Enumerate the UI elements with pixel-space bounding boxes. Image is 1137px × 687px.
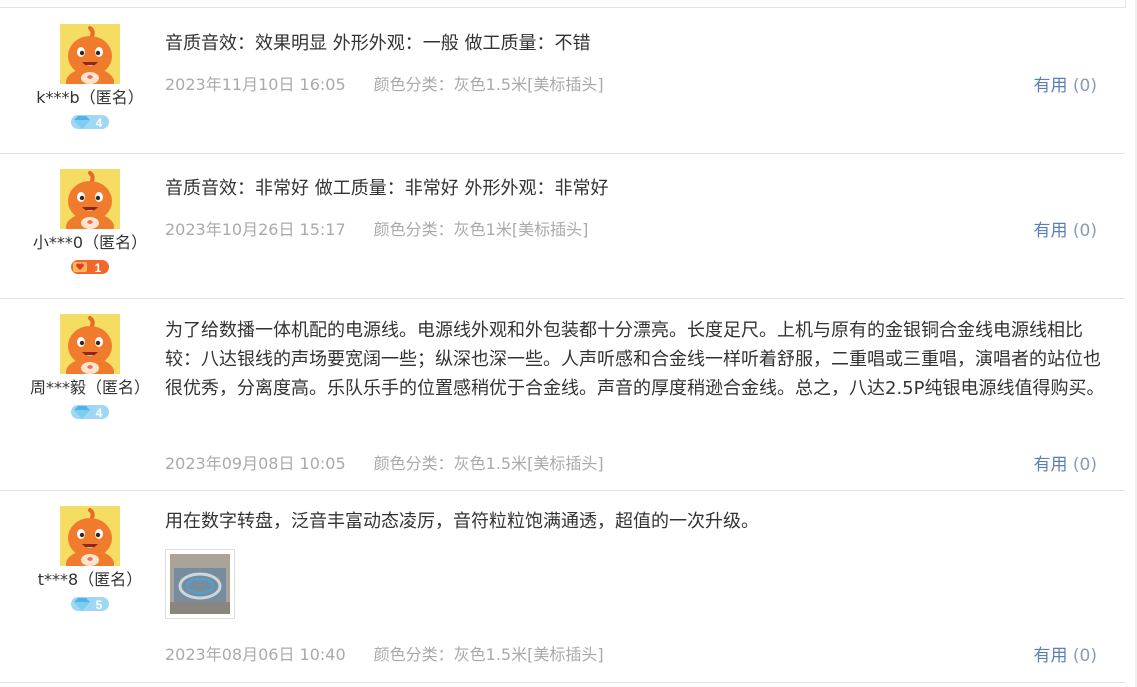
- useful-count: (0): [1072, 221, 1097, 241]
- useful-count: (0): [1072, 455, 1097, 475]
- review-date: 2023年08月06日 10:40: [165, 645, 346, 664]
- level-number: 5: [96, 598, 103, 612]
- product-variant: 颜色分类：灰色1米[美标插头]: [373, 220, 589, 239]
- level-number: 4: [96, 116, 103, 130]
- useful-label: 有用: [1033, 76, 1068, 96]
- diamond-level-icon: 5: [71, 596, 109, 612]
- reviewer-name: k***b（匿名）: [36, 88, 144, 107]
- reviewer-name: 周***毅（匿名）: [29, 378, 150, 397]
- reviewer-info: 小***0（匿名） 1: [0, 169, 180, 279]
- avatar-icon[interactable]: [60, 314, 120, 374]
- useful-count: (0): [1072, 76, 1097, 96]
- avatar-icon[interactable]: [60, 169, 120, 229]
- review-item: 周***毅（匿名） 4 为了给数播一体机配的电源线。电源线外观和外包装都十分漂亮…: [0, 299, 1125, 491]
- useful-button[interactable]: 有用 (0): [1034, 450, 1098, 475]
- useful-label: 有用: [1033, 455, 1068, 475]
- diamond-level-icon: 4: [71, 404, 109, 420]
- heart-level-icon: 1: [71, 259, 109, 275]
- product-variant: 颜色分类：灰色1.5米[美标插头]: [373, 645, 604, 664]
- useful-button[interactable]: 有用 (0): [1034, 216, 1098, 241]
- product-variant: 颜色分类：灰色1.5米[美标插头]: [373, 454, 604, 473]
- product-photo: [170, 554, 230, 614]
- review-text: 用在数字转盘，泛音丰富动态凌厉，音符粒粒饱满通透，超值的一次升级。: [165, 511, 759, 532]
- review-meta: 2023年09月08日 10:05 颜色分类：灰色1.5米[美标插头]: [165, 450, 604, 474]
- reviewer-info: t***8（匿名） 5: [0, 506, 180, 616]
- reviewer-info: k***b（匿名） 4: [0, 24, 180, 134]
- level-number: 4: [96, 406, 103, 420]
- review-date: 2023年09月08日 10:05: [165, 454, 346, 473]
- review-item: t***8（匿名） 5 用在数字转盘，泛音丰富动态凌厉，音符粒粒饱满通透，超值的…: [0, 491, 1125, 683]
- review-date: 2023年11月10日 16:05: [165, 75, 346, 94]
- review-text: 音质音效：效果明显 外形外观：一般 做工质量：不错: [165, 33, 591, 54]
- level-number: 1: [95, 261, 102, 275]
- review-item: 小***0（匿名） 1 音质音效：非常好 做工质量：非常好 外形外观：非常好 2…: [0, 154, 1125, 299]
- review-meta: 2023年08月06日 10:40 颜色分类：灰色1.5米[美标插头]: [165, 641, 604, 665]
- review-photo-thumbnail[interactable]: [165, 549, 235, 619]
- reviewer-name: t***8（匿名）: [37, 570, 143, 589]
- useful-label: 有用: [1033, 221, 1068, 241]
- review-meta: 2023年10月26日 15:17 颜色分类：灰色1米[美标插头]: [165, 216, 588, 240]
- avatar-icon[interactable]: [60, 506, 120, 566]
- product-variant: 颜色分类：灰色1.5米[美标插头]: [373, 75, 604, 94]
- review-item: k***b（匿名） 4 音质音效：效果明显 外形外观：一般 做工质量：不错 20…: [0, 9, 1125, 154]
- reviewer-info: 周***毅（匿名） 4: [0, 314, 180, 424]
- review-text: 为了给数播一体机配的电源线。电源线外观和外包装都十分漂亮。长度足尺。上机与原有的…: [165, 320, 1105, 399]
- reviewer-name: 小***0（匿名）: [32, 233, 148, 252]
- review-text: 音质音效：非常好 做工质量：非常好 外形外观：非常好: [165, 178, 609, 199]
- useful-button[interactable]: 有用 (0): [1034, 71, 1098, 96]
- useful-label: 有用: [1033, 646, 1068, 666]
- avatar-icon[interactable]: [60, 24, 120, 84]
- useful-count: (0): [1072, 646, 1097, 666]
- useful-button[interactable]: 有用 (0): [1034, 641, 1098, 666]
- review-meta: 2023年11月10日 16:05 颜色分类：灰色1.5米[美标插头]: [165, 71, 604, 95]
- diamond-level-icon: 4: [71, 114, 109, 130]
- top-divider: [0, 0, 1126, 8]
- review-date: 2023年10月26日 15:17: [165, 220, 346, 239]
